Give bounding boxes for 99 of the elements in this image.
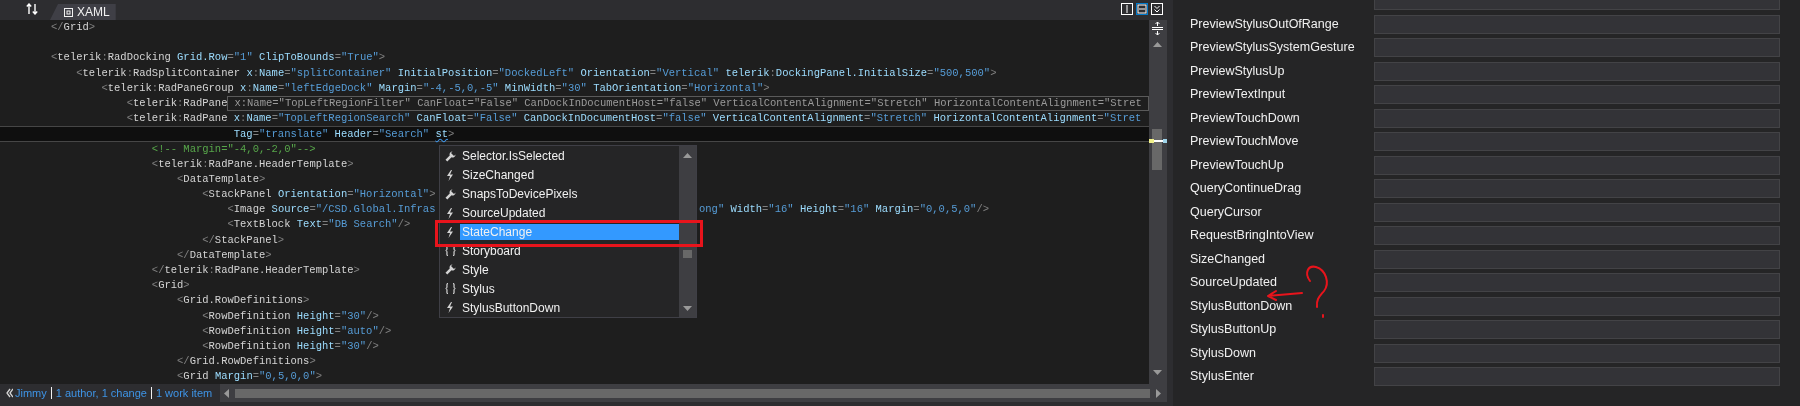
scroll-thumb[interactable] [1152,129,1162,170]
scroll-right-icon[interactable] [1156,388,1161,398]
xaml-tab[interactable]: XAML [50,4,116,20]
event-label: PreviewStylusSystemGesture [1190,39,1356,57]
event-label: SourceUpdated [1190,274,1278,292]
wrench-icon [444,264,456,276]
completion-item[interactable]: StylusButtonDown [460,299,679,316]
caret-position-marker [1149,139,1167,143]
completion-item[interactable]: Selector.IsSelected [460,148,679,165]
scroll-down-icon[interactable] [683,306,692,311]
vertical-split-icon[interactable] [1121,3,1133,15]
horizontal-split-icon[interactable] [1136,3,1148,15]
collapse-pane-icon[interactable] [1151,3,1163,15]
vertical-scrollbar[interactable] [1149,20,1167,384]
completion-item[interactable]: Style [460,261,679,278]
event-label: PreviewTextInput [1190,86,1287,104]
completion-item[interactable]: SizeChanged [460,167,679,184]
code-line: <TextBlock Text="DB Search"/> [226,217,411,233]
event-handler-field[interactable] [1374,296,1780,316]
horizontal-scrollbar[interactable] [220,384,1167,402]
event-label: QueryCursor [1190,203,1263,221]
event-handler-field[interactable] [1374,202,1780,222]
lightning-icon [446,302,454,314]
event-handler-field[interactable] [1374,38,1780,58]
completion-item[interactable]: Storyboard [460,242,679,259]
event-handler-field[interactable] [1374,249,1780,269]
code-line: <telerik:RadPane.HeaderTemplate> [150,156,354,172]
code-line: <DataTemplate> [176,171,266,187]
code-line: <Grid.RowDefinitions> [176,293,310,309]
event-handler-field[interactable] [1374,132,1780,152]
event-label: StylusEnter [1190,368,1255,386]
popup-scrollbar[interactable] [679,146,696,317]
event-label: StylusButtonUp [1190,321,1278,339]
event-handler-field[interactable] [1374,179,1780,199]
code-line: <telerik:RadSplitContainer x:Name="splitContainer" InitialPosition="DockedLeft" Orientation="Vertical" telerik:DockingPanel.InitialSize="500,500"> [75,65,997,81]
event-label: PreviewStylusOutOfRange [1190,15,1340,33]
event-handler-field[interactable] [1374,108,1780,128]
code-line: <Grid Margin="0,5,0,0"> [176,369,323,384]
event-handler-field[interactable] [1374,320,1780,340]
event-label: PreviewTouchUp [1190,156,1285,174]
codelens-icon [6,388,13,398]
code-line: </telerik:RadPane.HeaderTemplate> [150,263,360,278]
lightning-icon [446,207,454,219]
lightning-icon [446,169,454,181]
event-handler-field[interactable] [1374,367,1780,387]
completion-item[interactable]: SnapsToDevicePixels [460,186,679,203]
event-handler-field[interactable] [1374,14,1780,34]
event-handler-field[interactable] [1374,155,1780,175]
event-handler-field[interactable] [1374,226,1780,246]
code-line: </StackPanel> [201,232,285,248]
event-label: SizeChanged [1190,250,1267,268]
scroll-up-icon[interactable] [1153,42,1162,47]
code-editor[interactable] [0,20,1149,384]
event-label: StylusDown [1190,344,1257,362]
code-line: <telerik:RadPane [125,95,228,111]
code-line: <Image Source="/CSD.Global.Infras [226,202,436,218]
event-handler-field[interactable] [1374,61,1780,81]
swap-panes-icon[interactable] [26,3,38,15]
event-label: StylusButtonDown [1190,297,1294,315]
code-line: <RowDefinition Height="30"/> [201,308,379,324]
event-handler-field[interactable] [1374,343,1780,363]
wrench-icon [444,150,456,162]
code-line: Tag="translate" Header="Search" st> [232,127,455,141]
code-line: <Grid> [150,278,190,294]
event-label: PreviewTouchMove [1190,133,1300,151]
work-items-link[interactable]: 1 work item [155,384,213,402]
code-line: <!-- Margin="-4,0,-2,0"--> [150,141,316,157]
code-line: <telerik:RadDocking Grid.Row="1" ClipToBounds="True"> [51,50,386,66]
braces-icon [444,283,456,295]
code-line: </Grid> [51,20,96,35]
code-line: <telerik:RadPaneGroup x:Name="leftEdgeDock" Margin="-4,-5,0,-5" MinWidth="30" TabOrientation="Horizontal"> [100,80,770,96]
event-handler-field[interactable] [1374,85,1780,105]
split-handle-icon[interactable] [1151,21,1164,36]
code-line: </Grid.RowDefinitions> [176,354,316,370]
event-label: PreviewTouchDown [1190,109,1301,127]
event-label: QueryContinueDrag [1190,180,1303,198]
event-handler-field[interactable] [1374,273,1780,293]
code-line: <telerik:RadPane x:Name="TopLeftRegionSearch" CanFloat="False" CanDockInDocumentHost="false" VerticalContentAlignment="Stretch" HorizontalContentAlignment="Stret [125,111,1142,127]
completion-item[interactable]: Stylus [460,280,679,297]
code-line: </DataTemplate> [176,247,272,263]
wrench-icon [444,188,456,200]
code-line: <RowDefinition Height="auto"/> [201,323,392,339]
completion-item[interactable]: SourceUpdated [460,205,679,222]
scroll-up-icon[interactable] [683,153,692,158]
code-line: <RowDefinition Height="30"/> [201,338,379,354]
code-line: <StackPanel Orientation="Horizontal"> [201,187,436,203]
scroll-left-icon[interactable] [224,388,230,398]
changes-link[interactable]: 1 author, 1 change [55,384,147,402]
braces-icon [444,245,456,257]
popup-scroll-thumb[interactable] [683,250,692,258]
author-link[interactable]: Jimmy [15,384,47,402]
scroll-down-icon[interactable] [1153,370,1162,375]
horizontal-scroll-thumb[interactable] [235,388,1150,398]
event-label: PreviewStylusUp [1190,62,1286,80]
lightning-icon [446,226,454,238]
xaml-file-icon [64,7,73,17]
code-line: ong" Width="16" Height="16" Margin="0,0,5,0"/> [699,202,990,218]
event-label: RequestBringIntoView [1190,227,1315,245]
tooltip: x:Name="TopLeftRegionFilter" CanFloat="False" CanDockInDocumentHost="false" VerticalContentAlignment="Stretch" HorizontalContentAlignment="Stret [227,95,1149,112]
